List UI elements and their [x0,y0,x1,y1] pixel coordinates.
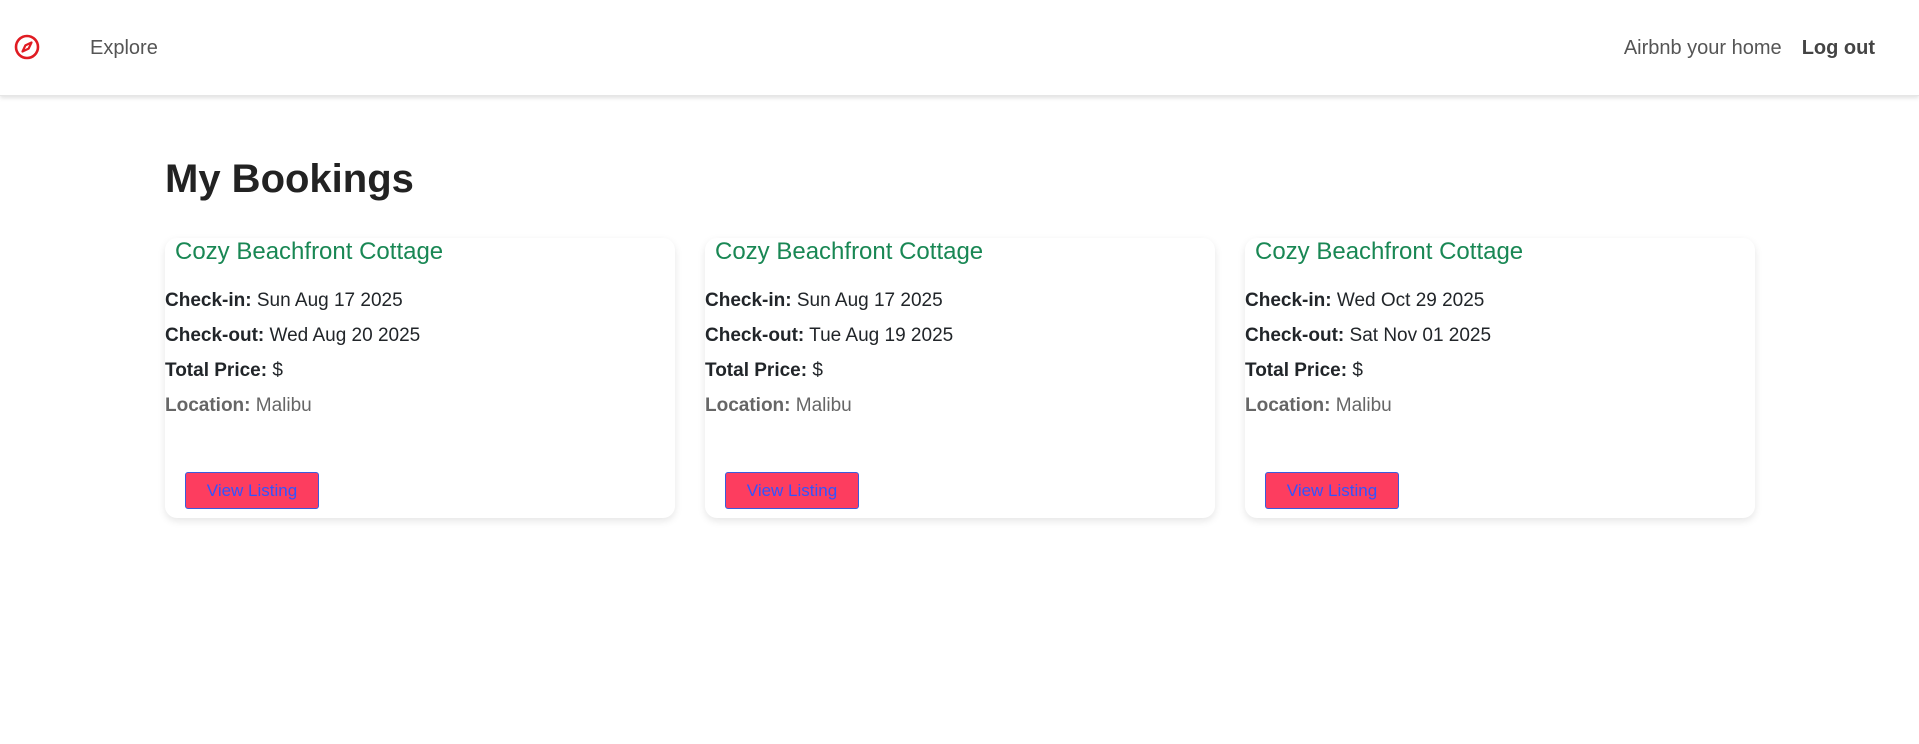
top-navbar: Explore Airbnb your home Log out [0,0,1919,96]
booking-card: Cozy Beachfront Cottage Check-in: Wed Oc… [1245,238,1755,518]
booking-card: Cozy Beachfront Cottage Check-in: Sun Au… [165,238,675,518]
price-row: Total Price: $ [705,360,823,382]
checkin-value: Sun Aug 17 2025 [256,290,403,311]
compass-icon[interactable] [14,34,40,60]
location-row: Location: Malibu [1245,395,1392,417]
booking-title: Cozy Beachfront Cottage [175,238,444,265]
location-value: Malibu [255,395,312,416]
price-value: $ [272,360,283,381]
location-row: Location: Malibu [165,395,312,417]
checkout-value: Sat Nov 01 2025 [1349,325,1492,346]
price-label: Total Price: [705,360,808,381]
checkout-row: Check-out: Tue Aug 19 2025 [705,325,953,347]
nav-host-link[interactable]: Airbnb your home [1624,37,1782,60]
location-label: Location: [1245,395,1331,416]
location-label: Location: [705,395,791,416]
logout-link[interactable]: Log out [1802,37,1875,60]
checkin-label: Check-in: [1245,290,1332,311]
location-row: Location: Malibu [705,395,852,417]
view-listing-button[interactable]: View Listing [725,472,859,509]
view-listing-button[interactable]: View Listing [185,472,319,509]
checkout-label: Check-out: [705,325,805,346]
checkout-value: Wed Aug 20 2025 [269,325,421,346]
checkin-label: Check-in: [165,290,252,311]
checkin-value: Wed Oct 29 2025 [1336,290,1485,311]
price-value: $ [1352,360,1363,381]
bookings-list: Cozy Beachfront Cottage Check-in: Sun Au… [165,238,1755,518]
checkin-value: Sun Aug 17 2025 [796,290,943,311]
page-title: My Bookings [165,157,414,201]
booking-title: Cozy Beachfront Cottage [1255,238,1524,265]
view-listing-button[interactable]: View Listing [1265,472,1399,509]
price-value: $ [812,360,823,381]
checkin-row: Check-in: Sun Aug 17 2025 [165,290,403,312]
checkout-label: Check-out: [165,325,265,346]
checkout-row: Check-out: Sat Nov 01 2025 [1245,325,1491,347]
nav-explore-link[interactable]: Explore [90,37,158,60]
location-value: Malibu [1335,395,1392,416]
price-label: Total Price: [1245,360,1348,381]
checkout-label: Check-out: [1245,325,1345,346]
location-label: Location: [165,395,251,416]
location-value: Malibu [795,395,852,416]
price-label: Total Price: [165,360,268,381]
checkin-label: Check-in: [705,290,792,311]
checkout-value: Tue Aug 19 2025 [809,325,954,346]
booking-title: Cozy Beachfront Cottage [715,238,984,265]
checkin-row: Check-in: Sun Aug 17 2025 [705,290,943,312]
nav-right-group: Airbnb your home Log out [1624,37,1875,60]
checkin-row: Check-in: Wed Oct 29 2025 [1245,290,1484,312]
price-row: Total Price: $ [1245,360,1363,382]
checkout-row: Check-out: Wed Aug 20 2025 [165,325,420,347]
price-row: Total Price: $ [165,360,283,382]
booking-card: Cozy Beachfront Cottage Check-in: Sun Au… [705,238,1215,518]
